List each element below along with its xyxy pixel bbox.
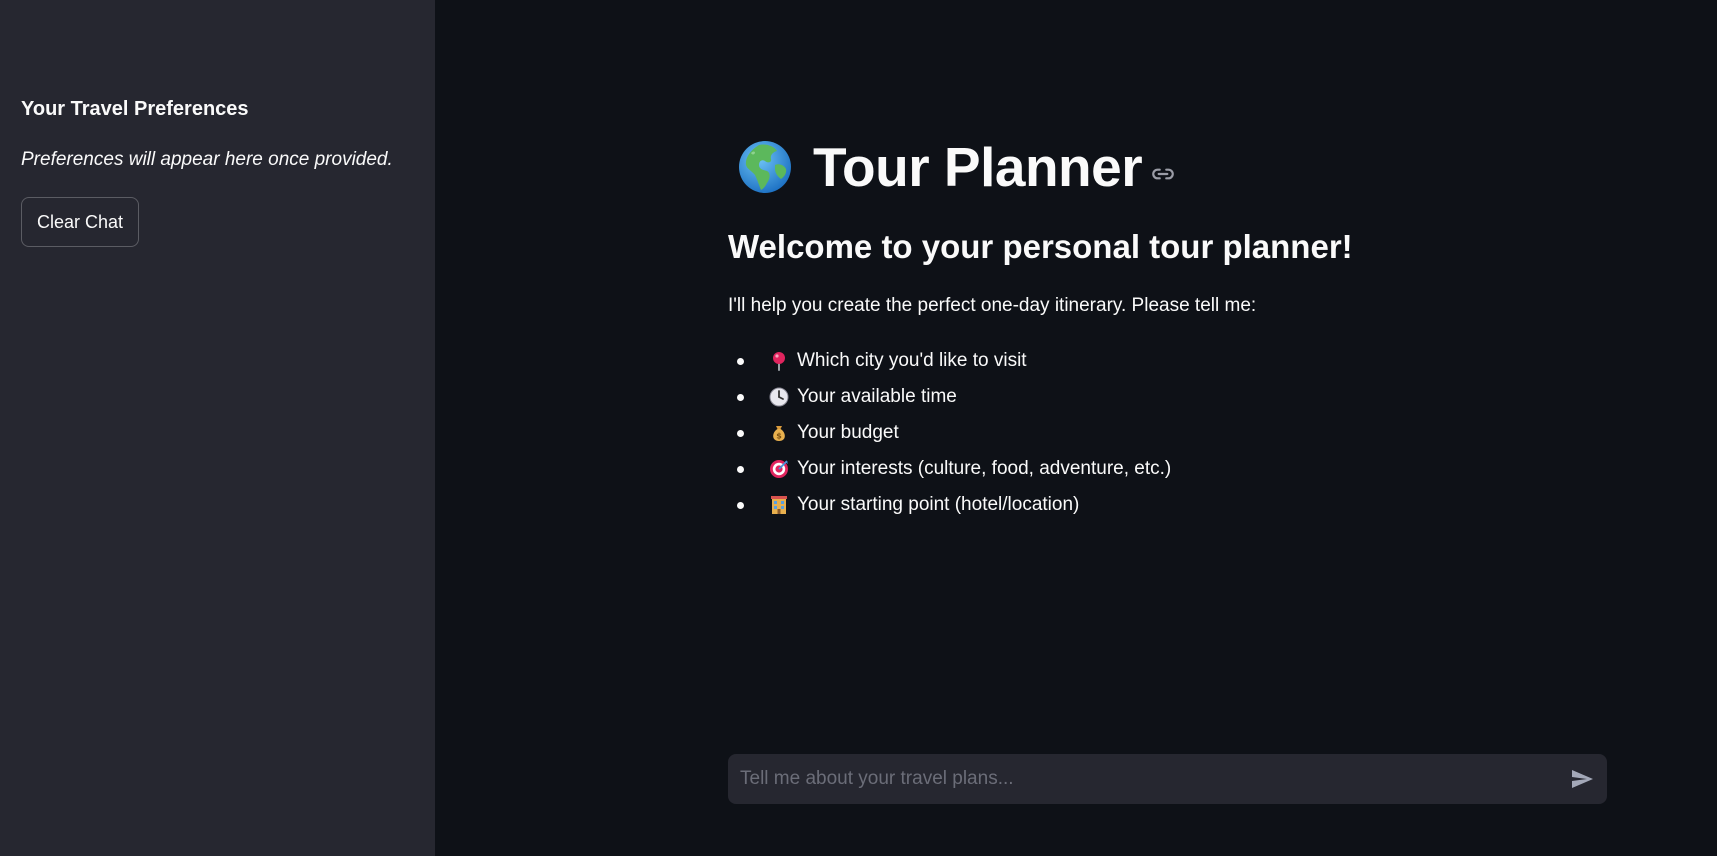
svg-text:$: $ bbox=[776, 432, 782, 441]
clear-chat-button[interactable]: Clear Chat bbox=[21, 197, 139, 247]
list-item-label: Your available time bbox=[797, 386, 957, 407]
sidebar-header: Your Travel Preferences bbox=[21, 98, 249, 120]
link-icon[interactable] bbox=[1150, 161, 1176, 187]
app-window: Your Travel Preferences Preferences will… bbox=[0, 0, 1717, 856]
hotel-icon bbox=[771, 496, 787, 514]
list-item-starting-point: Your starting point (hotel/location) bbox=[728, 487, 1171, 523]
bullet bbox=[737, 429, 744, 437]
chat-input[interactable] bbox=[728, 754, 1548, 804]
send-icon bbox=[1572, 770, 1593, 788]
list-item-label: Your budget bbox=[797, 422, 899, 443]
bullet bbox=[737, 393, 744, 401]
send-button[interactable] bbox=[1565, 762, 1599, 796]
preferences-placeholder-note: Preferences will appear here once provid… bbox=[21, 149, 393, 170]
title-row: Tour Planner bbox=[735, 132, 1176, 202]
list-item-label: Your interests (culture, food, adventure… bbox=[797, 458, 1172, 479]
globe-europe-africa-icon bbox=[739, 141, 791, 193]
main-content: Tour Planner Welcome to your personal to… bbox=[435, 0, 1717, 856]
page-title: Tour Planner bbox=[813, 136, 1143, 198]
bullet bbox=[737, 357, 744, 365]
intro-text: I'll help you create the perfect one-day… bbox=[728, 295, 1257, 316]
list-item-interests: Your interests (culture, food, adventure… bbox=[728, 451, 1171, 487]
list-item-city: Which city you'd like to visit bbox=[728, 343, 1171, 379]
sidebar: Your Travel Preferences Preferences will… bbox=[0, 0, 435, 856]
round-pushpin-icon bbox=[773, 352, 785, 371]
list-item-time: Your available time bbox=[728, 379, 1171, 415]
preferences-list: Which city you'd like to visit Your avai… bbox=[728, 343, 1171, 523]
money-bag-icon: $ bbox=[773, 426, 785, 441]
list-item-label: Which city you'd like to visit bbox=[797, 350, 1027, 371]
list-item-budget: $ Your budget bbox=[728, 415, 1171, 451]
bullet bbox=[737, 501, 744, 509]
chat-input-container bbox=[728, 754, 1607, 804]
list-item-label: Your starting point (hotel/location) bbox=[797, 494, 1080, 515]
welcome-heading: Welcome to your personal tour planner! bbox=[728, 228, 1353, 265]
clock-icon bbox=[769, 387, 789, 407]
direct-hit-icon bbox=[770, 460, 788, 478]
bullet bbox=[737, 465, 744, 473]
